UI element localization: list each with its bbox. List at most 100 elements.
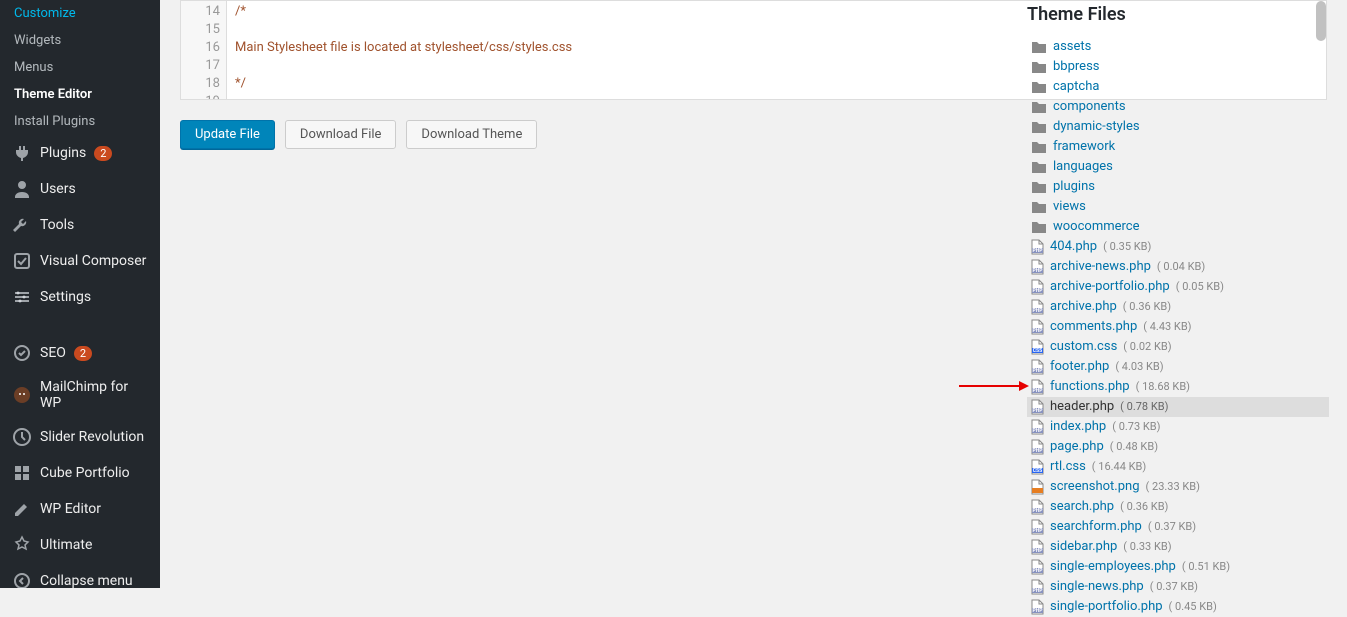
mailchimp-icon: [12, 385, 32, 405]
file-item[interactable]: CSSrtl.css ( 16.44 KB): [1027, 457, 1329, 477]
svg-text:PHP: PHP: [1033, 448, 1044, 454]
folder-item[interactable]: woocommerce: [1027, 217, 1329, 237]
file-size: ( 0.48 KB): [1110, 438, 1158, 456]
seo-icon: [12, 343, 32, 363]
sidebar-item-tools[interactable]: Tools: [0, 207, 160, 243]
folder-name: woocommerce: [1053, 218, 1140, 236]
sidebar-subitem-menus[interactable]: Menus: [0, 54, 160, 81]
file-item[interactable]: PHPcomments.php ( 4.43 KB): [1027, 317, 1329, 337]
file-size: ( 0.04 KB): [1157, 258, 1205, 276]
file-size: ( 0.45 KB): [1169, 598, 1217, 616]
file-size: ( 0.37 KB): [1148, 518, 1196, 536]
sidebar-item-label: Cube Portfolio: [40, 465, 130, 481]
sidebar-item-users[interactable]: Users: [0, 171, 160, 207]
sidebar-item-wp-editor[interactable]: WP Editor: [0, 491, 160, 527]
theme-files-panel: Theme Files assetsbbpresscaptcha componen…: [1027, 0, 1329, 617]
sidebar-item-label: Slider Revolution: [40, 429, 144, 445]
file-size: ( 18.68 KB): [1136, 378, 1190, 396]
svg-text:PHP: PHP: [1033, 248, 1044, 254]
file-item[interactable]: PHPfunctions.php ( 18.68 KB): [1027, 377, 1329, 397]
file-size: ( 0.33 KB): [1123, 538, 1171, 556]
file-name: searchform.php: [1050, 518, 1142, 536]
sidebar-item-slider-revolution[interactable]: Slider Revolution: [0, 419, 160, 455]
folder-item[interactable]: bbpress: [1027, 57, 1329, 77]
folder-name: languages: [1053, 158, 1113, 176]
folder-name: captcha: [1053, 78, 1099, 96]
file-item[interactable]: PHPindex.php ( 0.73 KB): [1027, 417, 1329, 437]
file-item[interactable]: PHPsingle-employees.php ( 0.51 KB): [1027, 557, 1329, 577]
file-item[interactable]: PHParchive-portfolio.php ( 0.05 KB): [1027, 277, 1329, 297]
file-name: index.php: [1050, 418, 1106, 436]
sidebar-item-settings[interactable]: Settings: [0, 279, 160, 315]
file-item[interactable]: PHPheader.php ( 0.78 KB): [1027, 397, 1329, 417]
file-item[interactable]: PHP404.php ( 0.35 KB): [1027, 237, 1329, 257]
ultimate-icon: [12, 535, 32, 555]
update-count-badge: 2: [74, 346, 92, 361]
sidebar-item-plugins[interactable]: Plugins2: [0, 135, 160, 171]
file-size: ( 0.37 KB): [1150, 578, 1198, 596]
sidebar-item-label: Users: [40, 181, 76, 197]
svg-text:PHP: PHP: [1033, 528, 1044, 534]
file-name: custom.css: [1050, 338, 1117, 356]
file-size: ( 0.78 KB): [1120, 398, 1168, 416]
folder-item[interactable]: languages: [1027, 157, 1329, 177]
theme-files-list: assetsbbpresscaptcha componentsdynamic-st…: [1027, 37, 1329, 617]
cube-icon: [12, 463, 32, 483]
sidebar-item-collapse-menu[interactable]: Collapse menu: [0, 563, 160, 599]
file-name: sidebar.php: [1050, 538, 1117, 556]
file-name: header.php: [1050, 398, 1114, 416]
sidebar-item-label: Tools: [40, 217, 74, 233]
folder-name: components: [1053, 98, 1126, 116]
update-file-button[interactable]: Update File: [180, 120, 275, 149]
settings-icon: [12, 287, 32, 307]
sidebar-item-label: Ultimate: [40, 537, 92, 553]
editor-icon: [12, 499, 32, 519]
file-size: ( 23.33 KB): [1146, 478, 1200, 496]
file-item[interactable]: PHParchive-news.php ( 0.04 KB): [1027, 257, 1329, 277]
folder-item[interactable]: captcha: [1027, 77, 1329, 97]
sidebar-item-ultimate[interactable]: Ultimate: [0, 527, 160, 563]
file-size: ( 4.43 KB): [1143, 318, 1191, 336]
file-item[interactable]: PHPpage.php ( 0.48 KB): [1027, 437, 1329, 457]
sidebar-subitem-theme-editor[interactable]: Theme Editor: [0, 81, 160, 108]
file-item[interactable]: PHParchive.php ( 0.36 KB): [1027, 297, 1329, 317]
line-gutter: 141516171819: [181, 1, 227, 99]
sidebar-subitem-widgets[interactable]: Widgets: [0, 27, 160, 54]
file-item[interactable]: PHPsearch.php ( 0.36 KB): [1027, 497, 1329, 517]
svg-text:PHP: PHP: [1033, 328, 1044, 334]
plugin-icon: [12, 143, 32, 163]
sidebar-subitem-install-plugins[interactable]: Install Plugins: [0, 108, 160, 135]
file-name: functions.php: [1050, 378, 1130, 396]
svg-text:PHP: PHP: [1033, 588, 1044, 594]
sidebar-item-mailchimp-for-wp[interactable]: MailChimp for WP: [0, 371, 160, 419]
file-name: rtl.css: [1050, 458, 1086, 476]
sidebar-item-cube-portfolio[interactable]: Cube Portfolio: [0, 455, 160, 491]
file-item[interactable]: PHP single-news.php ( 0.37 KB): [1027, 577, 1329, 597]
file-item[interactable]: CSScustom.css ( 0.02 KB): [1027, 337, 1329, 357]
folder-item[interactable]: assets: [1027, 37, 1329, 57]
sidebar-item-visual-composer[interactable]: Visual Composer: [0, 243, 160, 279]
sidebar-item-label: MailChimp for WP: [40, 379, 148, 411]
file-name: single-news.php: [1050, 578, 1144, 596]
folder-item[interactable]: plugins: [1027, 177, 1329, 197]
folder-item[interactable]: components: [1027, 97, 1329, 117]
download-file-button[interactable]: Download File: [285, 120, 397, 149]
slider-icon: [12, 427, 32, 447]
file-size: ( 4.03 KB): [1115, 358, 1163, 376]
admin-sidebar: CustomizeWidgetsMenusTheme EditorInstall…: [0, 0, 160, 588]
file-item[interactable]: PHP searchform.php ( 0.37 KB): [1027, 517, 1329, 537]
file-item[interactable]: PHPsingle-portfolio.php ( 0.45 KB): [1027, 597, 1329, 617]
file-name: screenshot.png: [1050, 478, 1140, 496]
folder-item[interactable]: framework: [1027, 137, 1329, 157]
folder-item[interactable]: dynamic-styles: [1027, 117, 1329, 137]
file-item[interactable]: screenshot.png ( 23.33 KB): [1027, 477, 1329, 497]
theme-files-title: Theme Files: [1027, 4, 1329, 25]
file-name: footer.php: [1050, 358, 1109, 376]
download-theme-button[interactable]: Download Theme: [406, 120, 537, 149]
sidebar-subitem-customize[interactable]: Customize: [0, 0, 160, 27]
file-item[interactable]: PHPsidebar.php ( 0.33 KB): [1027, 537, 1329, 557]
file-item[interactable]: PHPfooter.php ( 4.03 KB): [1027, 357, 1329, 377]
sidebar-item-seo[interactable]: SEO2: [0, 335, 160, 371]
folder-item[interactable]: views: [1027, 197, 1329, 217]
file-name: single-portfolio.php: [1050, 598, 1163, 616]
